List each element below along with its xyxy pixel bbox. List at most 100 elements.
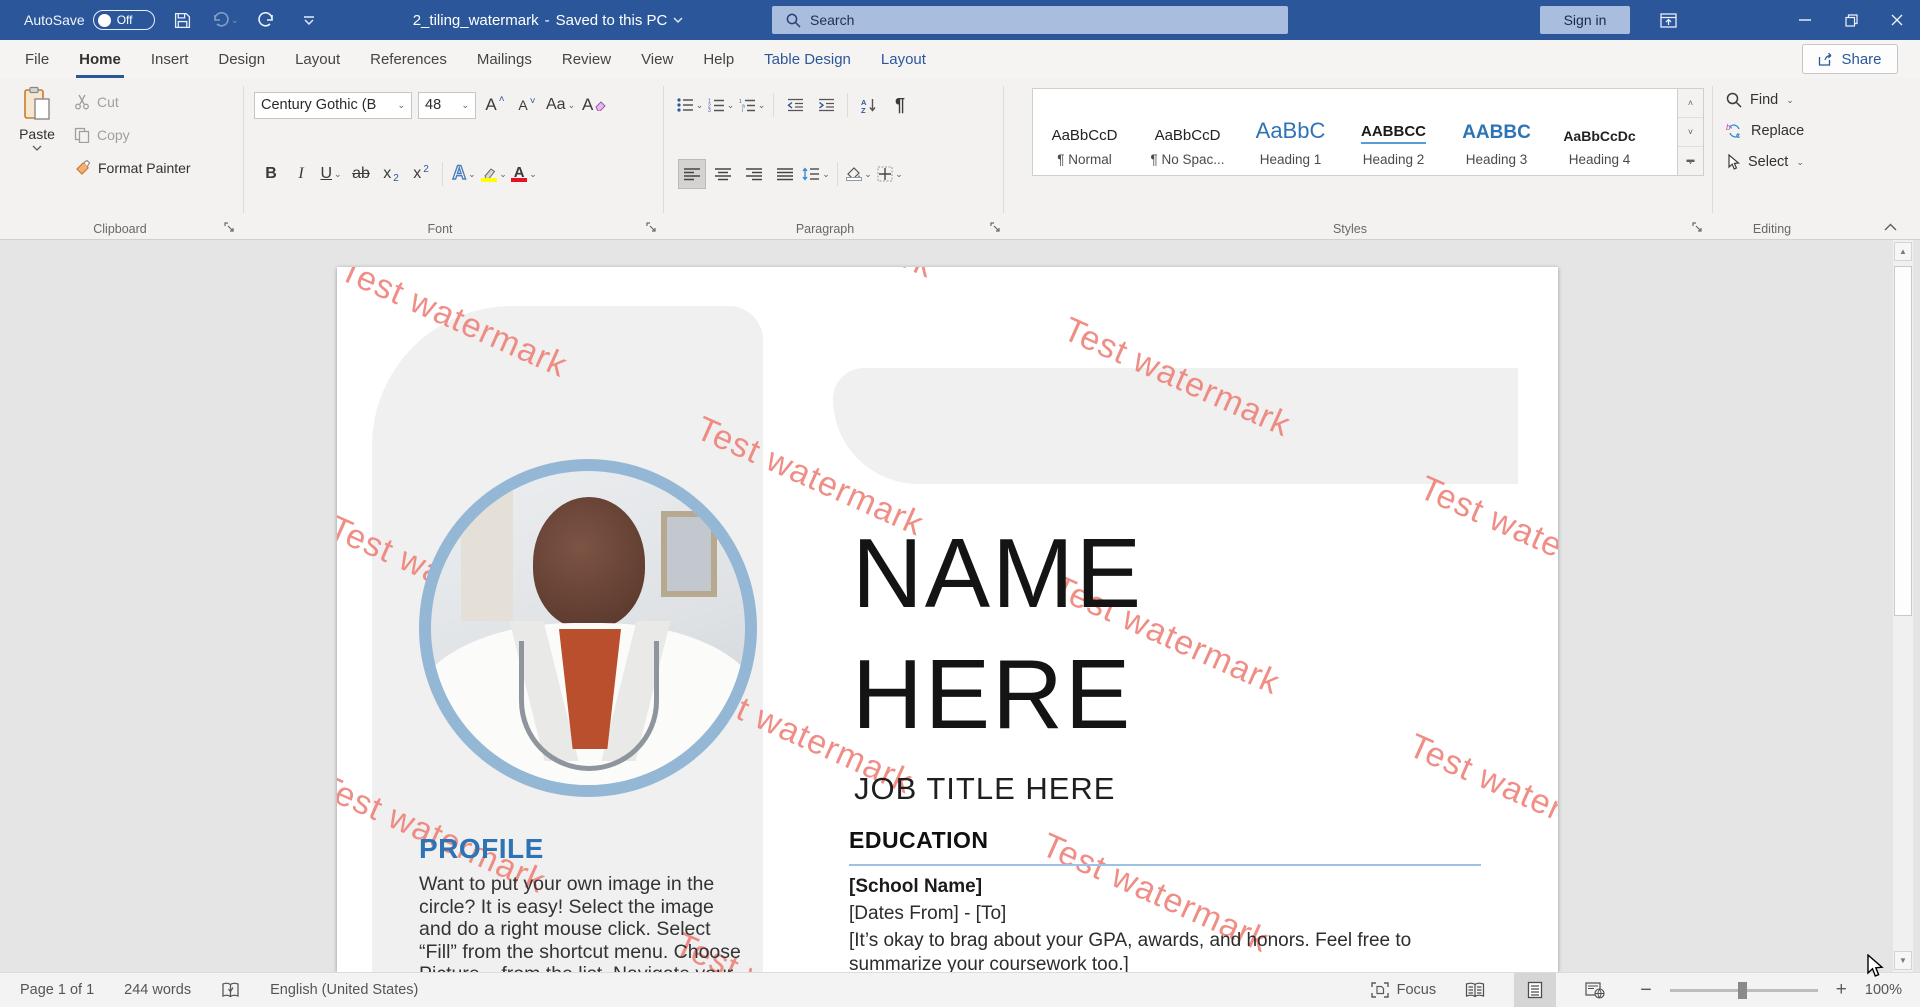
zoom-slider[interactable] (1670, 989, 1818, 992)
ribbon-display-options-button[interactable] (1650, 6, 1686, 34)
tab-layout[interactable]: Layout (866, 40, 941, 78)
proofing-status-button[interactable] (221, 982, 240, 999)
page-count-indicator[interactable]: Page 1 of 1 (20, 982, 94, 998)
copy-button[interactable]: Copy (74, 123, 191, 147)
underline-button[interactable]: U⌄ (318, 159, 344, 189)
bullets-button[interactable]: ⌄ (676, 90, 704, 120)
find-button[interactable]: Find ⌄ (1726, 88, 1804, 112)
save-button[interactable] (169, 6, 197, 34)
tab-table-design[interactable]: Table Design (749, 40, 866, 78)
style-heading-3[interactable]: AABBCHeading 3 (1445, 89, 1548, 175)
tab-help[interactable]: Help (688, 40, 749, 78)
multilevel-list-button[interactable]: 1ai⌄ (738, 90, 766, 120)
redo-button[interactable] (253, 6, 281, 34)
change-case-button[interactable]: Aa⌄ (546, 90, 575, 120)
restore-button[interactable] (1828, 0, 1874, 40)
education-school[interactable]: [School Name] (849, 876, 982, 898)
align-right-button[interactable] (740, 159, 768, 189)
style-heading-4[interactable]: AaBbCcDcHeading 4 (1548, 89, 1651, 175)
vertical-scrollbar[interactable]: ▲ ▼ (1893, 240, 1913, 972)
resume-job-title[interactable]: JOB TITLE HERE (854, 771, 1116, 807)
cut-button[interactable]: Cut (74, 90, 191, 114)
highlight-color-button[interactable]: ⌄ (481, 159, 507, 189)
scroll-up-button[interactable]: ▲ (1894, 242, 1912, 261)
font-name-combobox[interactable]: Century Gothic (B ⌄ (254, 92, 412, 119)
customize-quick-access-button[interactable] (295, 6, 323, 34)
replace-button[interactable]: bc Replace (1726, 119, 1804, 143)
grow-font-button[interactable]: A˄ (482, 90, 508, 120)
autosave-control[interactable]: AutoSave Off (24, 10, 155, 30)
font-dialog-launcher[interactable] (644, 220, 658, 234)
strikethrough-button[interactable]: ab (348, 159, 374, 189)
superscript-button[interactable]: x2 (408, 159, 434, 189)
paragraph-dialog-launcher[interactable] (988, 220, 1002, 234)
tab-file[interactable]: File (10, 40, 64, 78)
zoom-in-button[interactable]: + (1836, 979, 1847, 1001)
sign-in-button[interactable]: Sign in (1540, 6, 1630, 34)
profile-photo[interactable] (419, 459, 757, 797)
autosave-toggle[interactable]: Off (93, 10, 155, 30)
profile-body-text[interactable]: Want to put your own image in thecircle?… (419, 873, 741, 972)
align-left-button[interactable] (678, 159, 706, 189)
scrollbar-thumb[interactable] (1894, 266, 1912, 616)
style-no-spac[interactable]: AaBbCcD¶ No Spac... (1136, 89, 1239, 175)
text-effects-button[interactable]: A⌄ (451, 159, 477, 189)
format-painter-button[interactable]: Format Painter (74, 156, 191, 180)
styles-gallery-more-button[interactable]: ▬˅ (1678, 147, 1703, 175)
zoom-slider-thumb[interactable] (1738, 982, 1747, 999)
italic-button[interactable]: I (288, 159, 314, 189)
minimize-button[interactable] (1782, 0, 1828, 40)
zoom-out-button[interactable]: − (1640, 979, 1652, 1002)
profile-heading[interactable]: PROFILE (419, 833, 544, 865)
clipboard-dialog-launcher[interactable] (222, 220, 236, 234)
tab-review[interactable]: Review (547, 40, 626, 78)
collapse-ribbon-button[interactable] (1884, 223, 1897, 231)
styles-scroll-up-button[interactable]: ˄ (1678, 89, 1703, 118)
borders-button[interactable]: ⌄ (876, 159, 904, 189)
document-canvas[interactable]: Test watermarkTest watermarkTest waterma… (0, 240, 1920, 972)
education-description[interactable]: [It’s okay to brag about your GPA, award… (849, 929, 1411, 972)
zoom-level-indicator[interactable]: 100% (1865, 982, 1902, 998)
read-mode-button[interactable] (1454, 973, 1496, 1007)
scroll-down-button[interactable]: ▼ (1894, 951, 1912, 970)
paste-button[interactable]: Paste (10, 86, 64, 210)
sort-button[interactable]: AZ (855, 90, 883, 120)
document-title[interactable]: 2_tiling_watermark - Saved to this PC (413, 12, 684, 29)
select-button[interactable]: Select ⌄ (1726, 150, 1804, 174)
print-layout-button[interactable] (1514, 973, 1556, 1007)
subscript-button[interactable]: x2 (378, 159, 404, 189)
education-heading[interactable]: EDUCATION (849, 827, 989, 854)
tab-references[interactable]: References (355, 40, 462, 78)
style-heading-1[interactable]: AaBbCHeading 1 (1239, 89, 1342, 175)
language-indicator[interactable]: English (United States) (270, 982, 418, 998)
tab-mailings[interactable]: Mailings (462, 40, 547, 78)
resume-name[interactable]: NAME HERE (852, 513, 1143, 755)
show-formatting-marks-button[interactable]: ¶ (886, 90, 914, 120)
shrink-font-button[interactable]: A˅ (514, 90, 540, 120)
numbering-button[interactable]: 123⌄ (707, 90, 735, 120)
increase-indent-button[interactable] (812, 90, 840, 120)
styles-scroll-down-button[interactable]: ˅ (1678, 118, 1703, 147)
style-normal[interactable]: AaBbCcD¶ Normal (1033, 89, 1136, 175)
justify-button[interactable] (771, 159, 799, 189)
tab-insert[interactable]: Insert (136, 40, 204, 78)
tab-home[interactable]: Home (64, 40, 136, 78)
font-size-combobox[interactable]: 48 ⌄ (418, 92, 476, 119)
font-color-button[interactable]: A ⌄ (511, 159, 537, 189)
search-input[interactable]: Search (772, 6, 1288, 34)
tab-design[interactable]: Design (203, 40, 280, 78)
word-count-indicator[interactable]: 244 words (124, 982, 191, 998)
focus-mode-button[interactable]: Focus (1371, 982, 1437, 998)
tab-view[interactable]: View (626, 40, 688, 78)
align-center-button[interactable] (709, 159, 737, 189)
styles-dialog-launcher[interactable] (1690, 220, 1704, 234)
shading-button[interactable]: ⌄ (845, 159, 873, 189)
style-heading-2[interactable]: AABBCCHeading 2 (1342, 89, 1445, 175)
document-page[interactable]: Test watermarkTest watermarkTest waterma… (337, 267, 1558, 972)
tab-layout[interactable]: Layout (280, 40, 355, 78)
undo-button[interactable]: ⌄ (211, 6, 239, 34)
share-button[interactable]: Share (1802, 44, 1898, 74)
education-dates[interactable]: [Dates From] - [To] (849, 903, 1006, 925)
close-button[interactable] (1874, 0, 1920, 40)
decrease-indent-button[interactable] (781, 90, 809, 120)
